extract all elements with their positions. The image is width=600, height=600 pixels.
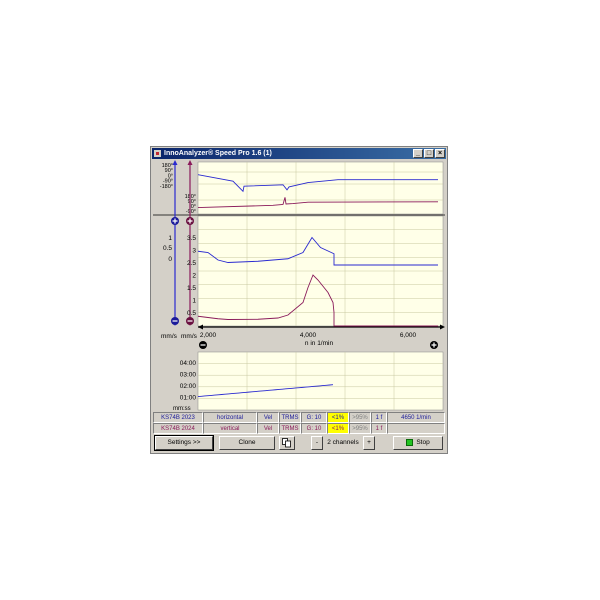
zoom-out-left-icon[interactable]: [171, 317, 179, 325]
direction[interactable]: horizontal: [203, 412, 257, 423]
right-axis-arrow-up-icon: [187, 160, 193, 165]
settings-button[interactable]: Settings >>: [154, 435, 214, 451]
title-bar[interactable]: InnoAnalyzer® Speed Pro 1.6 (1) _ □ ×: [152, 148, 446, 159]
x-tick-label: 2,000: [200, 332, 217, 339]
velocity-tick-label: 3.5: [187, 235, 196, 242]
sensor-name[interactable]: KS74B 2024: [153, 423, 203, 434]
speed-readout: [387, 423, 445, 434]
order[interactable]: 1 f: [371, 423, 387, 434]
direction[interactable]: vertical: [203, 423, 257, 434]
time-tick-label: 02:00: [180, 383, 197, 390]
app-window: InnoAnalyzer® Speed Pro 1.6 (1) _ □ × 18…: [150, 146, 448, 454]
low-threshold: <1%: [327, 412, 349, 423]
mode[interactable]: TRMS: [279, 423, 301, 434]
time-axis-labels: 04:00 03:00 02:00 01:00: [180, 360, 197, 402]
time-tick-label: 04:00: [180, 360, 197, 367]
time-tick-label: 03:00: [180, 372, 197, 379]
time-plot-background: [197, 351, 444, 411]
copy-button[interactable]: [279, 436, 295, 450]
velocity-tick-label: 1: [192, 298, 196, 305]
app-icon: [154, 150, 161, 157]
x-axis-title: n in 1/min: [305, 340, 334, 347]
gain[interactable]: G: 10: [301, 423, 327, 434]
channel-increment-button[interactable]: +: [363, 436, 375, 450]
x-tick-label: 4,000: [300, 332, 317, 339]
velocity-tick-label: 1.5: [187, 285, 196, 292]
clone-button[interactable]: Clone: [219, 436, 275, 450]
time-tick-label: 01:00: [180, 395, 197, 402]
quantity[interactable]: Vel: [257, 423, 279, 434]
client-area: 180°90°0°-90°-180°180°90°0°-90° 10.503.5…: [153, 160, 445, 452]
status-row-1: KS74B 2023 horizontal Vel TRMS G: 10 <1%…: [153, 412, 445, 423]
velocity-tick-label: 1: [168, 235, 172, 242]
close-button[interactable]: ×: [435, 149, 445, 158]
copy-icon: [282, 438, 291, 448]
x-tick-label: 6,000: [400, 332, 417, 339]
maximize-button[interactable]: □: [424, 149, 434, 158]
zoom-out-right-icon[interactable]: [186, 317, 194, 325]
velocity-tick-label: 3: [192, 248, 196, 255]
order[interactable]: 1 f: [371, 412, 387, 423]
high-threshold: >95%: [349, 412, 371, 423]
status-row-2: KS74B 2024 vertical Vel TRMS G: 10 <1% >…: [153, 423, 445, 434]
plot-area: 180°90°0°-90°-180°180°90°0°-90° 10.503.5…: [153, 160, 445, 412]
window-title: InnoAnalyzer® Speed Pro 1.6 (1): [164, 150, 272, 157]
status-led-icon: [406, 438, 414, 446]
x-axis-labels: 2,000 4,000 6,000: [200, 332, 417, 339]
phase-tick-label: -180°: [160, 184, 173, 190]
velocity-axis-labels: 1 0.5 0 3.5 3 2.5 2 1.5 1 0.5: [163, 235, 196, 317]
stop-button[interactable]: Stop: [393, 436, 443, 450]
velocity-tick-label: 0.5: [163, 245, 172, 252]
stop-button-label: Stop: [416, 439, 430, 446]
speed-readout: 4650 1/min: [387, 412, 445, 423]
x-zoom-out-icon[interactable]: [199, 341, 207, 349]
right-y-unit-label: mm/s: [181, 333, 198, 340]
left-y-unit-label: mm/s: [161, 333, 178, 340]
x-zoom-in-icon[interactable]: [430, 341, 438, 349]
minimize-button[interactable]: _: [413, 149, 423, 158]
button-bar: Settings >> Clone - 2 channels + Stop: [153, 435, 445, 451]
mode[interactable]: TRMS: [279, 412, 301, 423]
velocity-tick-label: 2.5: [187, 260, 196, 267]
channel-count: 2 channels: [327, 439, 359, 446]
quantity[interactable]: Vel: [257, 412, 279, 423]
gain[interactable]: G: 10: [301, 412, 327, 423]
sensor-name[interactable]: KS74B 2023: [153, 412, 203, 423]
channel-decrement-button[interactable]: -: [311, 436, 323, 450]
phase-tick-label: -90°: [186, 209, 196, 215]
velocity-tick-label: 0: [168, 256, 172, 263]
left-axis-arrow-up-icon: [172, 160, 178, 165]
velocity-tick-label: 2: [192, 273, 196, 280]
velocity-tick-label: 0.5: [187, 310, 196, 317]
zoom-in-left-icon[interactable]: [171, 217, 179, 225]
high-threshold: >95%: [349, 423, 371, 434]
low-threshold: <1%: [327, 423, 349, 434]
zoom-in-right-icon[interactable]: [186, 217, 194, 225]
